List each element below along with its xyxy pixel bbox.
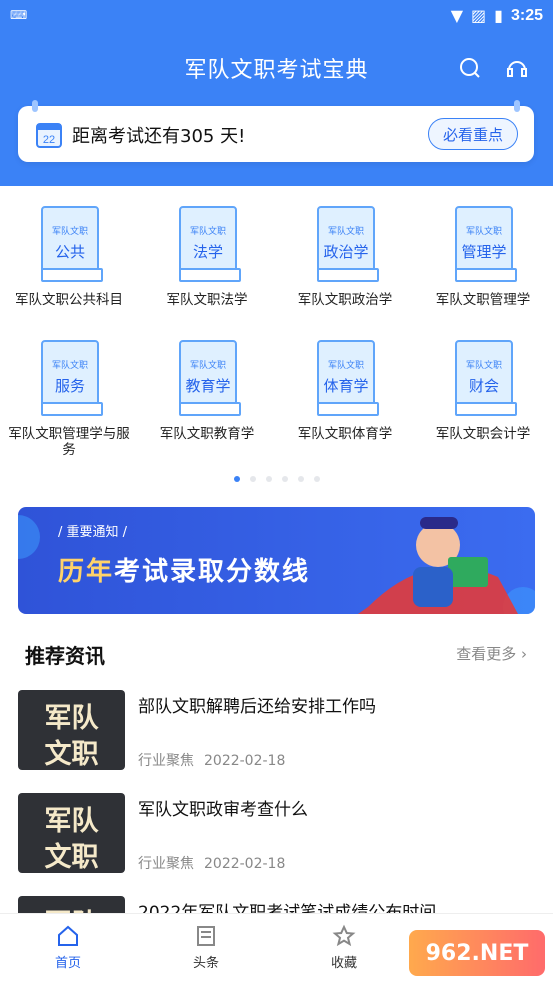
- headset-icon[interactable]: [503, 54, 531, 82]
- subject-label: 军队文职体育学: [297, 426, 393, 442]
- section-title: 推荐资讯: [25, 644, 105, 668]
- subject-label: 军队文职政治学: [297, 292, 393, 308]
- keyboard-icon: ⌨: [10, 8, 28, 22]
- subject-label: 军队文职教育学: [159, 426, 255, 442]
- news-title: 部队文职解聘后还给安排工作吗: [138, 697, 376, 717]
- status-time: 3:25: [510, 6, 543, 24]
- news-thumbnail: 军队文职: [18, 793, 125, 873]
- news-icon: [197, 926, 215, 946]
- calendar-icon: 22: [36, 120, 62, 148]
- score-line-banner[interactable]: / 重要通知 / 历年考试录取分数线: [18, 507, 535, 614]
- view-more-link[interactable]: 查看更多 ›: [456, 643, 527, 664]
- subject-management[interactable]: 军队文职 管理学 军队文职管理学: [414, 198, 552, 328]
- subject-accounting[interactable]: 军队文职 财会 军队文职会计学: [414, 332, 552, 462]
- news-meta: 行业聚焦 2022-02-18: [138, 753, 286, 769]
- indicator-dot-active: [233, 476, 240, 482]
- book-icon: 军队文职 管理学: [455, 206, 517, 282]
- indicator-dot: [313, 476, 320, 482]
- indicator-dot: [265, 476, 272, 482]
- indicator-dot: [297, 476, 304, 482]
- book-icon: 军队文职 公共: [41, 206, 103, 282]
- countdown-card: 22 距离考试还有305 天! 必看重点: [18, 100, 534, 162]
- card-pin-left: [32, 100, 38, 112]
- search-icon[interactable]: [456, 54, 484, 82]
- calendar-day: 22: [43, 134, 55, 146]
- wifi-icon: ▼: [450, 6, 464, 25]
- site-watermark-logo: 962.NET: [409, 930, 545, 976]
- indicator-dot: [281, 476, 288, 482]
- news-meta: 行业聚焦 2022-02-18: [138, 856, 286, 872]
- news-title: 军队文职政审考查什么: [138, 800, 308, 820]
- subject-education[interactable]: 军队文职 教育学 军队文职教育学: [138, 332, 276, 462]
- banner-headline: 历年考试录取分数线: [58, 557, 311, 587]
- header: 军队文职考试宝典 22 距离考试还有305 天! 必看重点: [0, 32, 553, 186]
- book-icon: 军队文职 体育学: [317, 340, 379, 416]
- tab-headlines[interactable]: 头条: [156, 924, 256, 971]
- no-signal-icon: ▨: [471, 6, 487, 25]
- tab-home[interactable]: 首页: [18, 924, 118, 971]
- subject-public[interactable]: 军队文职 公共 军队文职公共科目: [0, 198, 138, 328]
- battery-icon: ▮: [494, 6, 503, 25]
- must-see-button[interactable]: 必看重点: [428, 118, 518, 150]
- countdown-text: 距离考试还有305 天!: [72, 126, 246, 147]
- status-icons: ▼ ▨ ▮ 3:25: [451, 6, 543, 25]
- indicator-dot: [249, 476, 256, 482]
- home-icon: [58, 925, 78, 946]
- subject-label: 军队文职法学: [166, 292, 248, 308]
- subject-service[interactable]: 军队文职 服务 军队文职管理学与服务: [0, 332, 138, 462]
- news-item[interactable]: 军队 文职 部队文职解聘后还给安排工作吗 行业聚焦 2022-02-18: [18, 690, 538, 786]
- star-icon: [332, 924, 356, 947]
- book-icon: 军队文职 服务: [41, 340, 103, 416]
- page-indicator: [0, 476, 553, 482]
- card-pin-right: [514, 100, 520, 112]
- subject-law[interactable]: 军队文职 法学 军队文职法学: [138, 198, 276, 328]
- tab-favorites[interactable]: 收藏: [294, 924, 394, 971]
- banner-notice: / 重要通知 /: [58, 525, 128, 540]
- subject-label: 军队文职会计学: [435, 426, 531, 442]
- news-thumbnail: 军队文职: [18, 690, 125, 770]
- subject-sports[interactable]: 军队文职 体育学 军队文职体育学: [276, 332, 414, 462]
- status-bar: ⌨ ▼ ▨ ▮ 3:25: [0, 0, 553, 32]
- subject-label: 军队文职管理学与服务: [8, 426, 130, 458]
- book-icon: 军队文职 政治学: [317, 206, 379, 282]
- subject-label: 军队文职公共科目: [15, 292, 123, 308]
- subject-politics[interactable]: 军队文职 政治学 军队文职政治学: [276, 198, 414, 328]
- book-icon: 军队文职 法学: [179, 206, 241, 282]
- chevron-right-icon: ›: [521, 645, 527, 663]
- subject-label: 军队文职管理学: [435, 292, 531, 308]
- book-icon: 军队文职 财会: [455, 340, 517, 416]
- book-icon: 军队文职 教育学: [179, 340, 241, 416]
- news-item[interactable]: 军队 文职 军队文职政审考查什么 行业聚焦 2022-02-18: [18, 793, 538, 889]
